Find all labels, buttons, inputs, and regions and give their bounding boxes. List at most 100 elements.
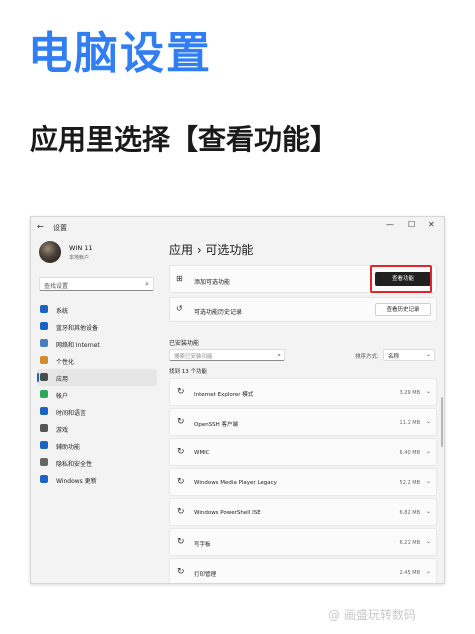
scrollbar[interactable] [441,397,443,447]
sort-value: 名称 [388,354,400,360]
sidebar-item[interactable]: 个性化 [37,352,157,369]
view-history-button[interactable]: 查看历史记录 [375,303,431,316]
feature-name: Internet Explorer 模式 [194,392,254,398]
feature-size: 6.40 MB [399,450,420,456]
chevron-down-icon: ⌄ [425,351,431,358]
update-icon [40,475,48,483]
sort-label: 排序方式: [355,354,379,360]
feature-size: 3.29 MB [399,390,420,396]
feature-row[interactable]: ↻ OpenSSH 客户端 11.1 MB ⌄ [169,408,437,436]
search-placeholder: 查找设置 [44,283,69,290]
feature-history-label: 可选功能历史记录 [194,309,243,316]
settings-window: ← 设置 — ☐ ✕ WIN 11 本地帐户 查找设置 ⌕ 系统蓝牙和其他设备网… [30,216,445,584]
chevron-down-icon[interactable]: ⌄ [426,388,431,395]
settings-search-input[interactable]: 查找设置 ⌕ [39,277,154,291]
profile-name: WIN 11 [69,244,93,252]
sidebar-item-label: 帐户 [56,393,69,400]
feature-icon: ↻ [177,447,185,457]
monitor-icon [40,305,48,313]
maximize-button[interactable]: ☐ [408,220,415,229]
profile-account: 本地帐户 [69,255,90,261]
search-icon: ⌕ [277,351,281,359]
sidebar-item[interactable]: 时间和语言 [37,403,157,420]
feature-name: Windows PowerShell ISE [194,510,261,516]
installed-search-placeholder: 搜索已安装功能 [174,354,213,360]
highlight-box [370,265,432,293]
feature-size: 52.2 MB [399,480,420,486]
feature-name: 写字板 [194,542,211,548]
shield-icon [40,458,48,466]
chevron-down-icon[interactable]: ⌄ [426,508,431,515]
feature-size: 2.45 MB [399,570,420,576]
network-icon [40,339,48,347]
sidebar-item[interactable]: 辅助功能 [37,437,157,454]
search-icon: ⌕ [145,280,149,288]
feature-icon: ↻ [177,537,185,547]
brush-icon [40,356,48,364]
installed-search-input[interactable]: 搜索已安装功能 ⌕ [169,349,285,361]
add-feature-icon: ⊞ [176,274,183,283]
feature-row[interactable]: ↻ WMIC 6.40 MB ⌄ [169,438,437,466]
sidebar-item[interactable]: 网络和 Internet [37,335,157,352]
sidebar-item[interactable]: 应用 [37,369,157,386]
feature-size: 6.82 MB [399,510,420,516]
sidebar-item-label: 时间和语言 [56,410,87,417]
feature-row[interactable]: ↻ 写字板 6.21 MB ⌄ [169,528,437,556]
gamepad-icon [40,424,48,432]
sidebar-item-label: 系统 [56,308,69,315]
chevron-down-icon[interactable]: ⌄ [426,538,431,545]
chevron-down-icon[interactable]: ⌄ [426,418,431,425]
sidebar-item-label: 蓝牙和其他设备 [56,325,99,332]
back-arrow-icon[interactable]: ← [37,222,44,231]
feature-icon: ↻ [177,387,185,397]
sidebar-item[interactable]: 隐私和安全性 [37,454,157,471]
sidebar-item-label: 隐私和安全性 [56,461,93,468]
feature-icon: ↻ [177,417,185,427]
feature-size: 11.1 MB [399,420,420,426]
chevron-down-icon[interactable]: ⌄ [426,568,431,575]
feature-row[interactable]: ↻ 打印管理 2.45 MB ⌄ [169,558,437,583]
sidebar-item-label: 应用 [56,376,69,383]
bluetooth-icon [40,322,48,330]
sidebar-item[interactable]: 游戏 [37,420,157,437]
hero-title: 电脑设置 [28,28,212,79]
window-title: 设置 [53,224,67,232]
history-icon: ↺ [176,304,183,313]
sidebar-item[interactable]: Windows 更新 [37,471,157,488]
installed-section-title: 已安装功能 [169,340,200,347]
sidebar-item-label: 个性化 [56,359,75,366]
feature-row[interactable]: ↻ Windows PowerShell ISE 6.82 MB ⌄ [169,498,437,526]
sidebar-item[interactable]: 蓝牙和其他设备 [37,318,157,335]
feature-icon: ↻ [177,477,185,487]
globe-icon [40,407,48,415]
sidebar-item-label: 游戏 [56,427,69,434]
minimize-button[interactable]: — [386,220,394,229]
apps-icon [40,373,48,381]
avatar [39,241,61,263]
feature-name: Windows Media Player Legacy [194,480,277,486]
add-feature-label: 添加可选功能 [194,279,231,286]
account-icon [40,390,48,398]
feature-row[interactable]: ↻ Windows Media Player Legacy 52.2 MB ⌄ [169,468,437,496]
chevron-down-icon[interactable]: ⌄ [426,478,431,485]
feature-name: WMIC [194,450,210,456]
sidebar-item-label: Windows 更新 [56,478,97,485]
page: 电脑设置 应用里选择【查看功能】 ← 设置 — ☐ ✕ WIN 11 本地帐户 … [0,0,475,634]
feature-icon: ↻ [177,567,185,577]
sidebar-nav: 系统蓝牙和其他设备 网络和 Internet 个性化应用帐户时间和语言游戏辅助功能隐… [37,301,157,488]
breadcrumb: 应用 › 可选功能 [169,243,254,257]
chevron-down-icon[interactable]: ⌄ [426,448,431,455]
feature-row[interactable]: ↻ Internet Explorer 模式 3.29 MB ⌄ [169,378,437,406]
close-button[interactable]: ✕ [428,220,435,229]
feature-size: 6.21 MB [399,540,420,546]
hero-subtitle: 应用里选择【查看功能】 [30,123,339,156]
sidebar-item[interactable]: 帐户 [37,386,157,403]
feature-name: OpenSSH 客户端 [194,422,239,428]
sidebar-item[interactable]: 系统 [37,301,157,318]
feature-icon: ↻ [177,507,185,517]
sidebar-item-label: 辅助功能 [56,444,81,451]
feature-history-card: ↺ 可选功能历史记录 查看历史记录 [169,297,437,322]
sort-select[interactable]: 名称 ⌄ [383,349,435,361]
accessibility-icon [40,441,48,449]
sidebar-item-label: 网络和 Internet [56,342,100,349]
